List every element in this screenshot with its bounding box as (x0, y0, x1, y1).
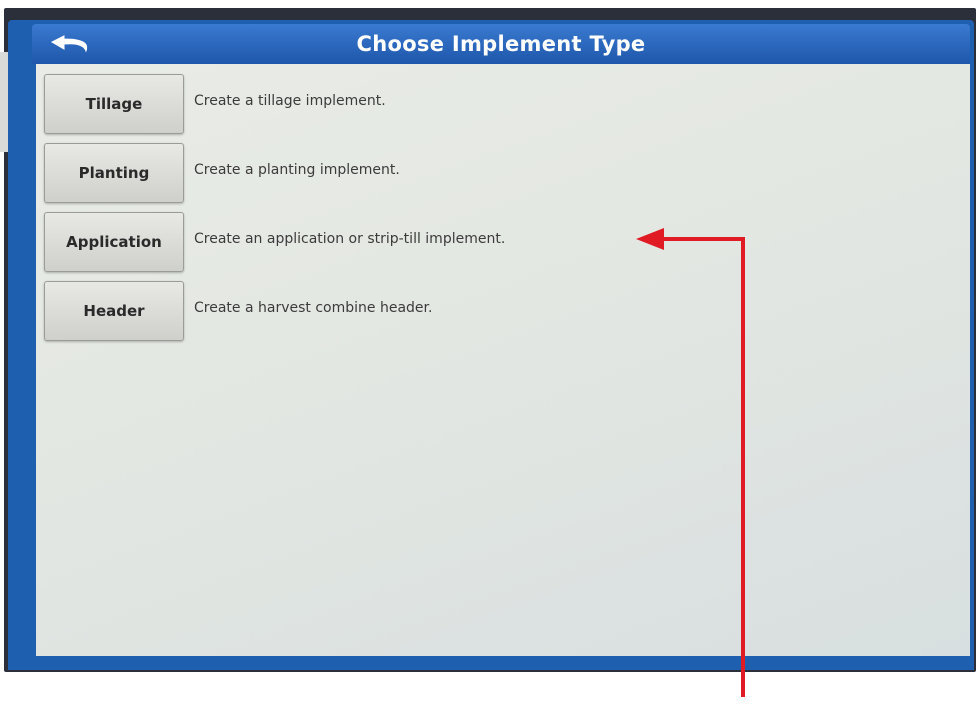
red-callout-arrow (636, 228, 745, 697)
